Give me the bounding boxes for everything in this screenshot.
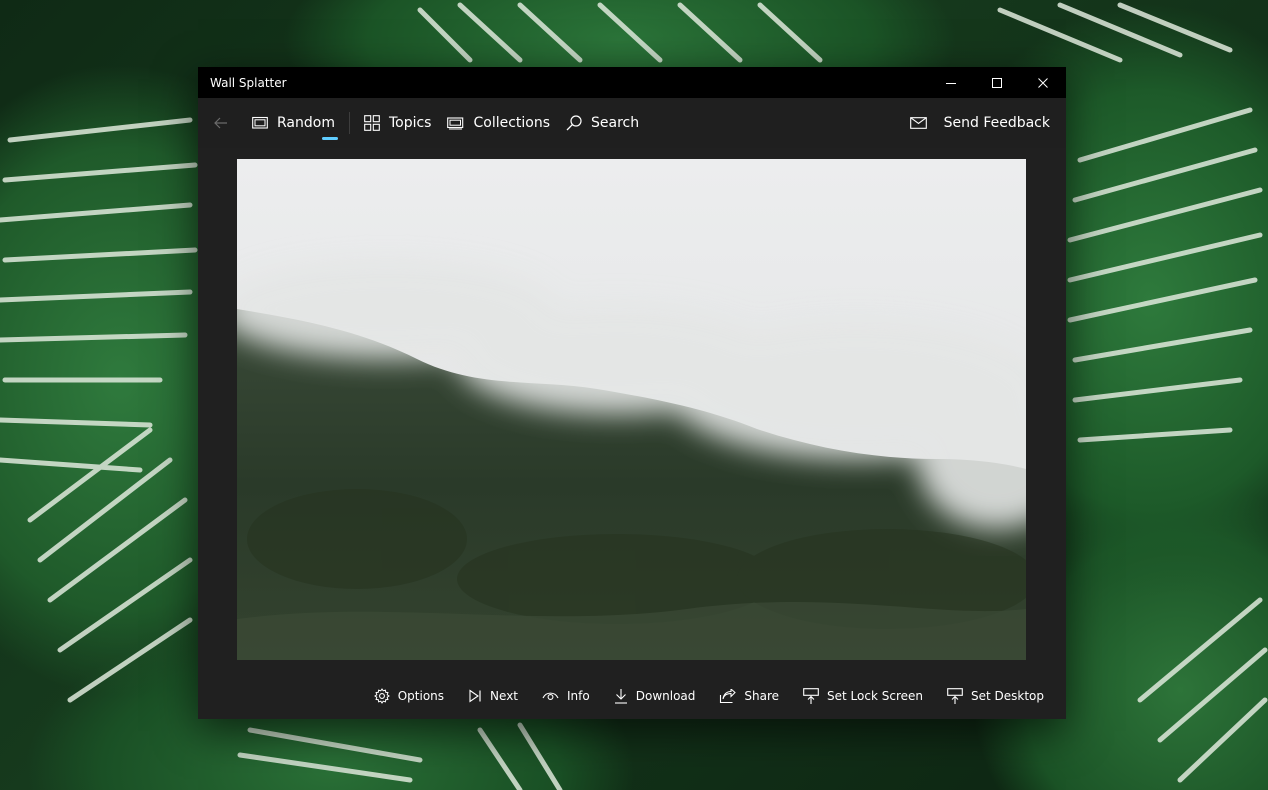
back-button[interactable]: [198, 98, 244, 148]
maximize-icon: [992, 77, 1002, 88]
next-label: Next: [490, 689, 519, 703]
info-label: Info: [567, 689, 590, 703]
set-desktop-button[interactable]: Set Desktop: [935, 675, 1056, 717]
desktop-icon: [947, 687, 963, 704]
eye-icon: [542, 692, 559, 700]
minimize-icon: [946, 82, 956, 84]
app-window: Wall Splatter Random Topics Collections …: [198, 67, 1066, 719]
nav-item-collections[interactable]: Collections: [439, 98, 558, 148]
share-button[interactable]: Share: [707, 675, 791, 717]
minimize-button[interactable]: [928, 67, 974, 98]
download-label: Download: [635, 689, 696, 703]
mail-icon: [909, 117, 927, 129]
close-button[interactable]: [1020, 67, 1066, 98]
nav-item-label: Topics: [388, 115, 432, 131]
command-bar: Options Next Info Download Share Set Loc…: [198, 675, 1066, 717]
window-title: Wall Splatter: [210, 75, 287, 90]
options-label: Options: [397, 689, 445, 703]
nav-item-random[interactable]: Random: [244, 98, 343, 148]
info-button[interactable]: Info: [530, 675, 602, 717]
share-label: Share: [744, 689, 780, 703]
options-button[interactable]: Options: [362, 675, 456, 717]
maximize-button[interactable]: [974, 67, 1020, 98]
nav-item-label: Search: [591, 115, 640, 131]
nav-item-label: Random: [277, 115, 335, 131]
navigation-bar: Random Topics Collections Search Send Fe…: [198, 98, 1066, 148]
wallpaper-image: [237, 159, 1026, 660]
share-icon: [720, 688, 737, 703]
lock-screen-icon: [803, 687, 819, 704]
send-feedback-button[interactable]: Send Feedback: [909, 98, 1050, 148]
set-lock-screen-button[interactable]: Set Lock Screen: [791, 675, 935, 717]
back-arrow-icon: [214, 117, 227, 129]
gear-icon: [373, 688, 390, 704]
download-button[interactable]: Download: [602, 675, 708, 717]
nav-item-topics[interactable]: Topics: [356, 98, 440, 148]
set-lock-screen-label: Set Lock Screen: [827, 689, 923, 703]
send-feedback-label: Send Feedback: [943, 115, 1050, 131]
nav-item-label: Collections: [473, 115, 551, 131]
close-icon: [1038, 77, 1048, 88]
next-button[interactable]: Next: [456, 675, 530, 717]
search-icon: [566, 115, 582, 131]
caption-buttons: [928, 67, 1066, 98]
next-icon: [469, 689, 481, 703]
random-icon: [252, 116, 268, 129]
collections-icon: [447, 117, 464, 130]
nav-separator: [348, 112, 350, 134]
set-desktop-label: Set Desktop: [970, 689, 1044, 703]
grid-icon: [364, 115, 380, 131]
download-icon: [614, 689, 627, 704]
title-bar[interactable]: Wall Splatter: [198, 67, 1066, 98]
nav-item-search[interactable]: Search: [558, 98, 647, 148]
wallpaper-preview: [237, 159, 1026, 660]
